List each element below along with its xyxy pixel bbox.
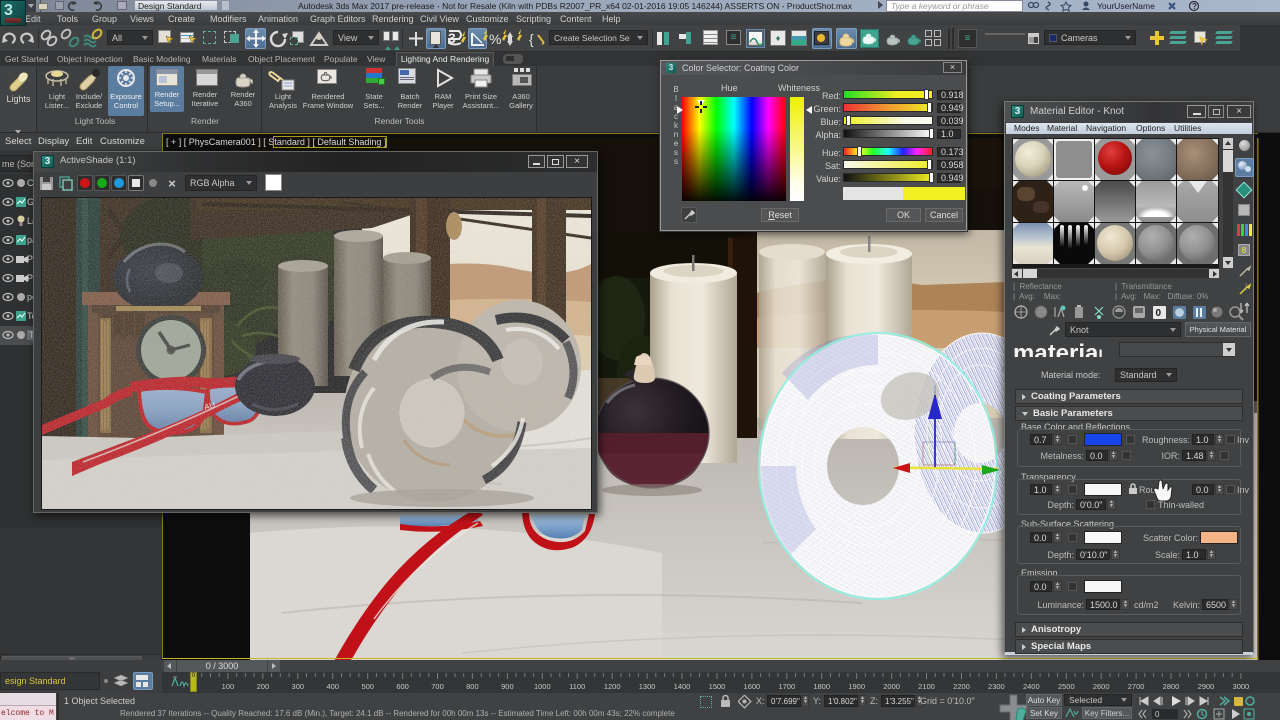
svg-text:300: 300 xyxy=(292,682,305,691)
svg-text:2500: 2500 xyxy=(1058,682,1075,691)
svg-text:1700: 1700 xyxy=(778,682,795,691)
svg-text:%: % xyxy=(489,31,501,47)
svg-text:2800: 2800 xyxy=(1163,682,1180,691)
svg-text:1500: 1500 xyxy=(709,682,726,691)
svg-text:1600: 1600 xyxy=(744,682,761,691)
svg-text:1100: 1100 xyxy=(569,682,585,691)
svg-text:1200: 1200 xyxy=(604,682,621,691)
svg-text:700: 700 xyxy=(431,682,444,691)
svg-text:1800: 1800 xyxy=(813,682,830,691)
svg-text:600: 600 xyxy=(396,682,409,691)
svg-text:1400: 1400 xyxy=(674,682,691,691)
svg-text:3000: 3000 xyxy=(1233,682,1250,691)
svg-text:500: 500 xyxy=(361,682,374,691)
svg-text:2200: 2200 xyxy=(953,682,970,691)
svg-text:0: 0 xyxy=(1155,710,1160,719)
svg-text:200: 200 xyxy=(257,682,270,691)
svg-text:2000: 2000 xyxy=(883,682,900,691)
svg-text:2700: 2700 xyxy=(1128,682,1145,691)
svg-text:2400: 2400 xyxy=(1023,682,1040,691)
svg-text:100: 100 xyxy=(222,682,235,691)
svg-text:1900: 1900 xyxy=(848,682,865,691)
svg-text:2100: 2100 xyxy=(918,682,935,691)
svg-text:1300: 1300 xyxy=(639,682,656,691)
svg-text:900: 900 xyxy=(501,682,514,691)
svg-text:{: { xyxy=(529,31,534,47)
svg-text:0: 0 xyxy=(1156,308,1162,319)
svg-text:800: 800 xyxy=(466,682,479,691)
svg-text:400: 400 xyxy=(326,682,339,691)
svg-text:2900: 2900 xyxy=(1198,682,1215,691)
svg-text:2300: 2300 xyxy=(988,682,1005,691)
svg-text:2600: 2600 xyxy=(1093,682,1110,691)
svg-text:1000: 1000 xyxy=(534,682,551,691)
